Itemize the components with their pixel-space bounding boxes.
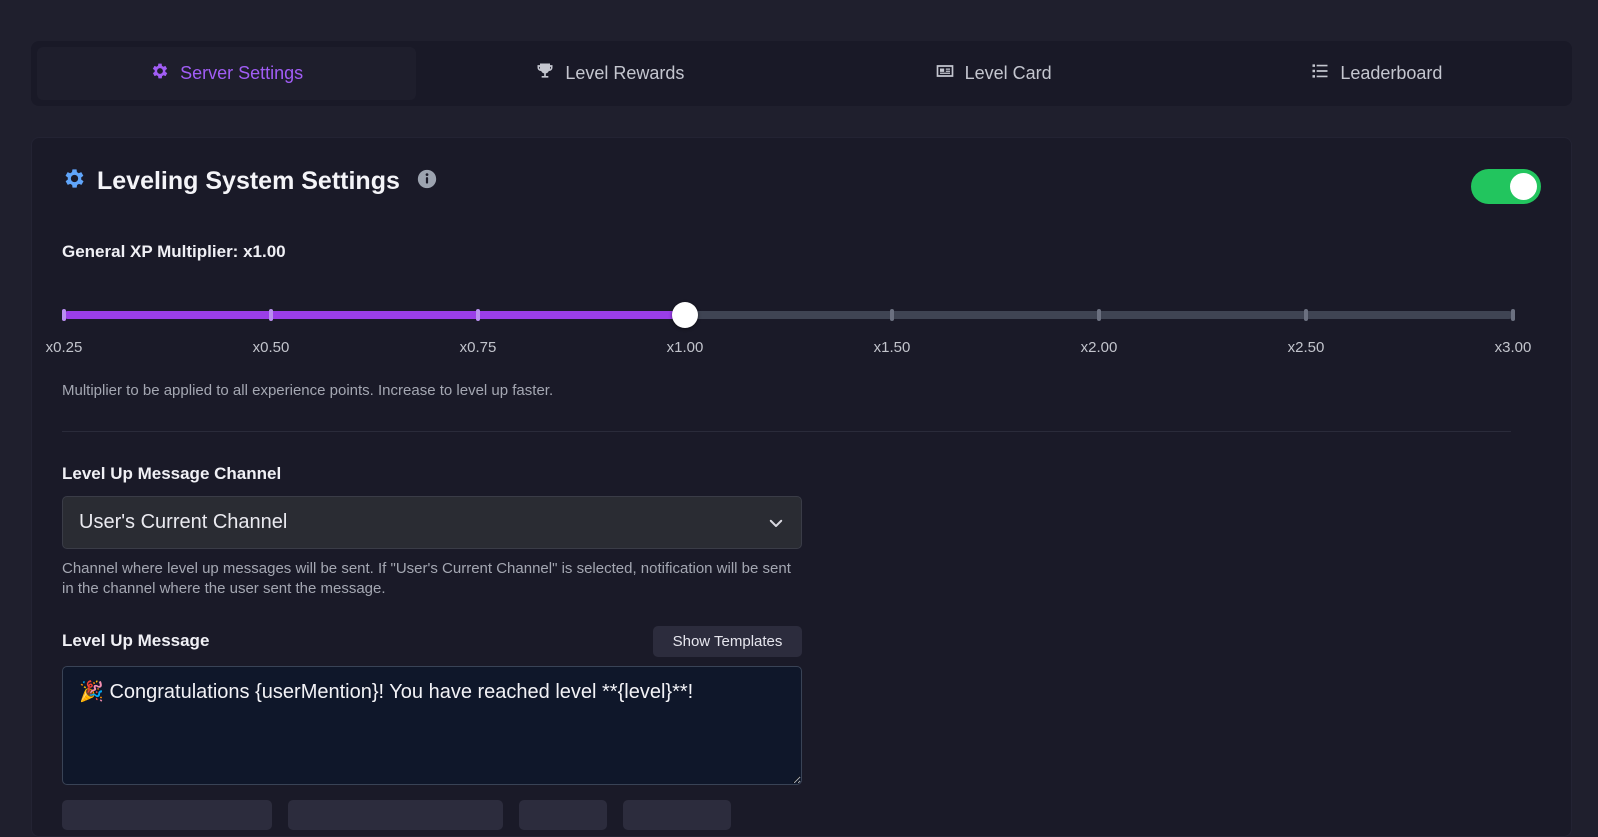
slider-tick: [1511, 309, 1515, 321]
channel-help: Channel where level up messages will be …: [62, 560, 791, 597]
slider-tick-label: x0.50: [252, 339, 290, 356]
slider-tick: [269, 309, 273, 321]
variable-chip[interactable]: [62, 800, 272, 830]
trophy-icon: [535, 61, 555, 86]
slider-fill: [64, 311, 685, 319]
tab-label: Level Card: [964, 63, 1052, 83]
list-icon: [1310, 61, 1330, 86]
channel-label: Level Up Message Channel: [62, 464, 282, 483]
slider-tick-label: x2.50: [1287, 339, 1325, 356]
xp-multiplier-label: General XP Multiplier: x1.00: [62, 242, 286, 261]
slider-thumb[interactable]: [672, 302, 698, 328]
xp-multiplier-help: Multiplier to be applied to all experien…: [62, 382, 554, 399]
show-templates-button[interactable]: Show Templates: [653, 626, 802, 657]
tab-label: Level Rewards: [565, 63, 685, 83]
slider-tick-label: x3.00: [1494, 339, 1532, 356]
card-title: Leveling System Settings: [97, 166, 400, 195]
tab-label: Leaderboard: [1340, 63, 1443, 83]
slider-tick-label: x2.00: [1080, 339, 1118, 356]
xp-multiplier-slider[interactable]: [62, 302, 1515, 328]
toggle-knob: [1510, 173, 1537, 200]
tab-label: Server Settings: [180, 63, 304, 83]
card-header: Leveling System Settings: [62, 166, 438, 196]
tab-server-settings[interactable]: Server Settings: [37, 47, 417, 100]
slider-tick: [1097, 309, 1101, 321]
slider-tick-label: x1.00: [666, 339, 704, 356]
variable-chip[interactable]: [288, 800, 503, 830]
level-up-message-label: Level Up Message: [62, 631, 210, 650]
slider-tick-label: x0.75: [459, 339, 497, 356]
slider-tick-label: x1.50: [873, 339, 911, 356]
tab-bar: Server Settings Level Rewards Level Card…: [31, 41, 1572, 106]
slider-tick-label: x0.25: [45, 339, 83, 356]
tab-level-rewards[interactable]: Level Rewards: [420, 47, 799, 100]
chevron-down-icon: [767, 514, 785, 532]
slider-tick-labels: x0.25 x0.50 x0.75 x1.00 x1.50 x2.00 x2.50 x3.00: [46, 339, 1532, 359]
leveling-settings-card: Leveling System Settings General XP Mult…: [31, 137, 1572, 837]
slider-tick: [1304, 309, 1308, 321]
tab-leaderboard[interactable]: Leaderboard: [1187, 47, 1566, 100]
variable-chip[interactable]: [519, 800, 607, 830]
section-divider: [62, 431, 1511, 432]
slider-tick: [62, 309, 66, 321]
variable-chip[interactable]: [623, 800, 731, 830]
channel-select[interactable]: User's Current Channel: [62, 496, 802, 549]
id-card-icon: [935, 61, 955, 86]
level-up-message-input[interactable]: [62, 666, 802, 785]
tab-level-card[interactable]: Level Card: [804, 47, 1183, 100]
gear-icon: [150, 61, 170, 86]
slider-tick: [890, 309, 894, 321]
gear-icon: [62, 166, 87, 196]
slider-tick: [476, 309, 480, 321]
variable-chips: [62, 800, 731, 830]
info-icon[interactable]: [410, 168, 438, 195]
leveling-enabled-toggle[interactable]: [1471, 169, 1541, 204]
channel-select-value: User's Current Channel: [79, 511, 288, 533]
